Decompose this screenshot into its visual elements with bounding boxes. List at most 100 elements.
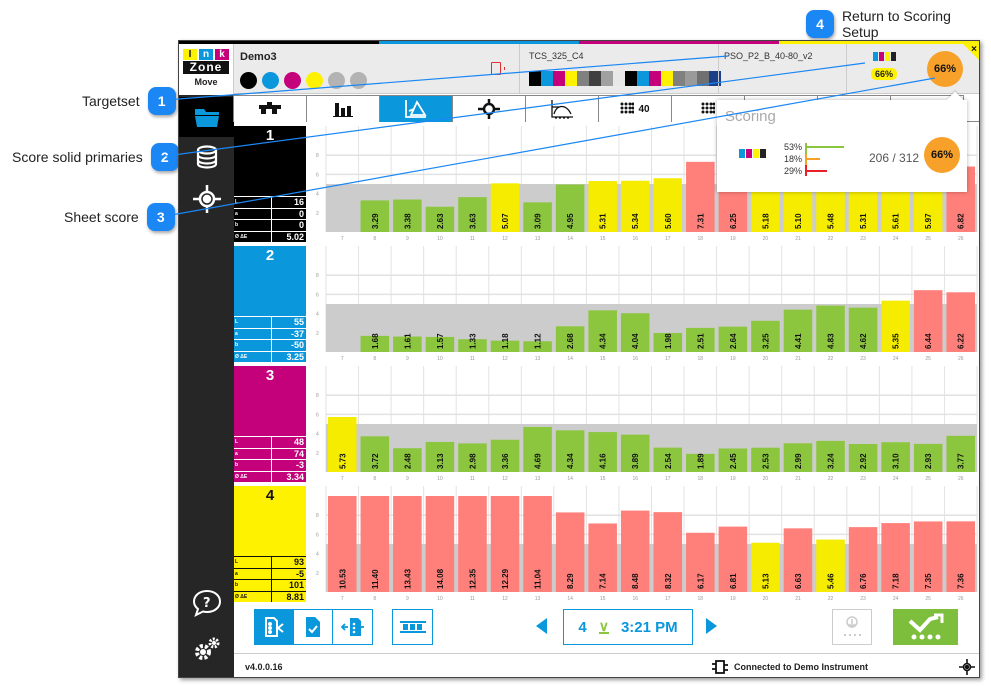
sheet-time: 3:21 PM [620, 618, 678, 636]
divider [846, 44, 847, 94]
close-icon[interactable]: × [971, 44, 977, 55]
ink-dot[interactable] [306, 72, 323, 89]
strip-patch [661, 71, 673, 86]
app-version: v4.0.0.16 [245, 662, 283, 672]
strip-patch [649, 71, 661, 86]
delta-e-chart: 2 4 6 8 10.53 7 11.40 8 13.43 9 14.08 10 12.35 11 12.2… [310, 484, 979, 602]
solid-primaries-score[interactable]: 66% [871, 52, 898, 80]
lab-value-row: Ø ΔE 3.34 [234, 470, 306, 482]
strip-patch [613, 71, 625, 86]
ink-dot[interactable] [262, 72, 279, 89]
x-tick-label: 20 [763, 356, 769, 362]
strip-view-button[interactable] [393, 610, 432, 644]
measure-scan-button[interactable] [893, 609, 958, 645]
single-measure-button[interactable] [832, 609, 872, 645]
tab-target[interactable] [452, 95, 526, 122]
strip-patch [601, 71, 613, 86]
primary-info-panel[interactable]: 2 L 55 a -37 b -50 Ø ΔE 3.25 [234, 246, 306, 362]
bar-value-label: 3.13 [436, 453, 445, 469]
x-tick-label: 26 [958, 356, 964, 362]
x-tick-label: 14 [567, 476, 573, 482]
previous-sheet-button[interactable] [536, 618, 547, 634]
bar-value-label: 6.25 [729, 213, 738, 229]
strip-patch [553, 71, 565, 86]
tab-delta-e[interactable] [379, 95, 453, 122]
y-tick-label: 6 [316, 172, 319, 178]
job-info[interactable]: Demo3 [240, 51, 367, 89]
tab-layout[interactable] [233, 95, 307, 122]
compare-sheet-button[interactable] [255, 610, 294, 644]
ink-dot[interactable] [240, 72, 257, 89]
bar-value-label: 1.18 [501, 333, 510, 349]
bar-value-label: 2.63 [436, 213, 445, 229]
primary-info-panel[interactable]: 3 L 48 a 74 b -3 Ø ΔE 3.34 [234, 366, 306, 482]
gear-target-icon [478, 99, 500, 119]
ink-dot[interactable] [328, 72, 345, 89]
ink-dot[interactable] [350, 72, 367, 89]
y-tick-label: 8 [316, 273, 319, 279]
connection-status[interactable]: Connected to Demo Instrument [712, 660, 868, 674]
sidebar-jobs[interactable] [179, 97, 234, 137]
sidebar-database[interactable] [179, 137, 234, 177]
y-tick-label: 4 [316, 432, 319, 438]
ok-sheet-button[interactable] [294, 610, 333, 644]
sidebar-settings[interactable] [179, 629, 234, 669]
tab-curve[interactable] [525, 95, 599, 122]
x-tick-label: 20 [763, 236, 769, 242]
bar-value-label: 5.61 [892, 213, 901, 229]
bar-value-label: 8.29 [566, 573, 575, 589]
sheet-selector[interactable]: 4 ∨ 3:21 PM [563, 609, 693, 645]
compare-icon [265, 617, 284, 637]
crosshair-small-icon[interactable] [959, 659, 975, 675]
ink-dot[interactable] [284, 72, 301, 89]
bar-value-label: 1.33 [468, 333, 477, 349]
bar-value-label: 12.35 [468, 568, 477, 589]
callout-targetset: Targetset 1 [82, 87, 176, 115]
primary-info-panel[interactable]: 1 L 16 a 0 b 0 Ø ΔE 5.02 [234, 126, 306, 242]
reference-sheet-button[interactable] [333, 610, 372, 644]
tab-dots-40[interactable]: 40 [598, 95, 672, 122]
bar-value-label: 5.31 [859, 213, 868, 229]
bar-value-label: 5.31 [599, 213, 608, 229]
score-distribution: 53% 18% 29% [782, 141, 845, 177]
bar-value-label: 5.60 [664, 213, 673, 229]
y-tick-label: 2 [316, 571, 319, 577]
bar-value-label: 7.36 [957, 573, 966, 589]
bar-value-label: 3.63 [468, 213, 477, 229]
lab-key: b [234, 340, 272, 351]
sidebar-measure[interactable] [179, 179, 234, 219]
x-tick-label: 12 [502, 236, 508, 242]
bar-value-label: 4.62 [859, 333, 868, 349]
view-mode-group [254, 609, 373, 645]
tolerance-band [326, 544, 977, 592]
bar-value-label: 2.64 [729, 333, 738, 349]
strip-patch [709, 71, 721, 86]
next-sheet-button[interactable] [706, 618, 717, 634]
bar-value-label: 5.35 [892, 333, 901, 349]
database-icon [196, 145, 217, 169]
bar-value-label: 6.76 [859, 573, 868, 589]
lab-values: L 93 a -5 b 101 Ø ΔE 8.81 [234, 556, 306, 602]
targetset-name[interactable]: PSO_P2_B_40-80_v2 [724, 51, 813, 61]
cmyk-icon [872, 52, 896, 61]
x-tick-label: 21 [795, 236, 801, 242]
y-tick-label: 4 [316, 192, 319, 198]
lab-value: 48 [293, 437, 304, 447]
bar-value-label: 12.29 [501, 568, 510, 589]
sheet-score-circle[interactable]: 66% [927, 51, 963, 87]
help-bubble-icon: ? [192, 589, 221, 617]
primary-info-panel[interactable]: 4 L 93 a -5 b 101 Ø ΔE 8.81 [234, 486, 306, 602]
lab-value-row: L 16 [234, 196, 306, 208]
sidebar-help[interactable]: ? [179, 583, 234, 623]
test-chart-name[interactable]: TCS_325_C4 [529, 51, 584, 61]
control-strip-preview[interactable] [529, 71, 721, 86]
strip-patch [685, 71, 697, 86]
x-tick-label: 8 [373, 476, 376, 482]
callout-badge: 2 [150, 143, 179, 171]
strip-patch [697, 71, 709, 86]
tab-bar-chart[interactable] [306, 95, 380, 122]
pdf-document-icon[interactable] [491, 62, 505, 75]
delta-e-bar-chart: 246871.6881.6191.57101.33111.18121.12132… [316, 246, 978, 362]
lab-value-row: L 55 [234, 316, 306, 328]
crosshair-icon [192, 185, 221, 213]
